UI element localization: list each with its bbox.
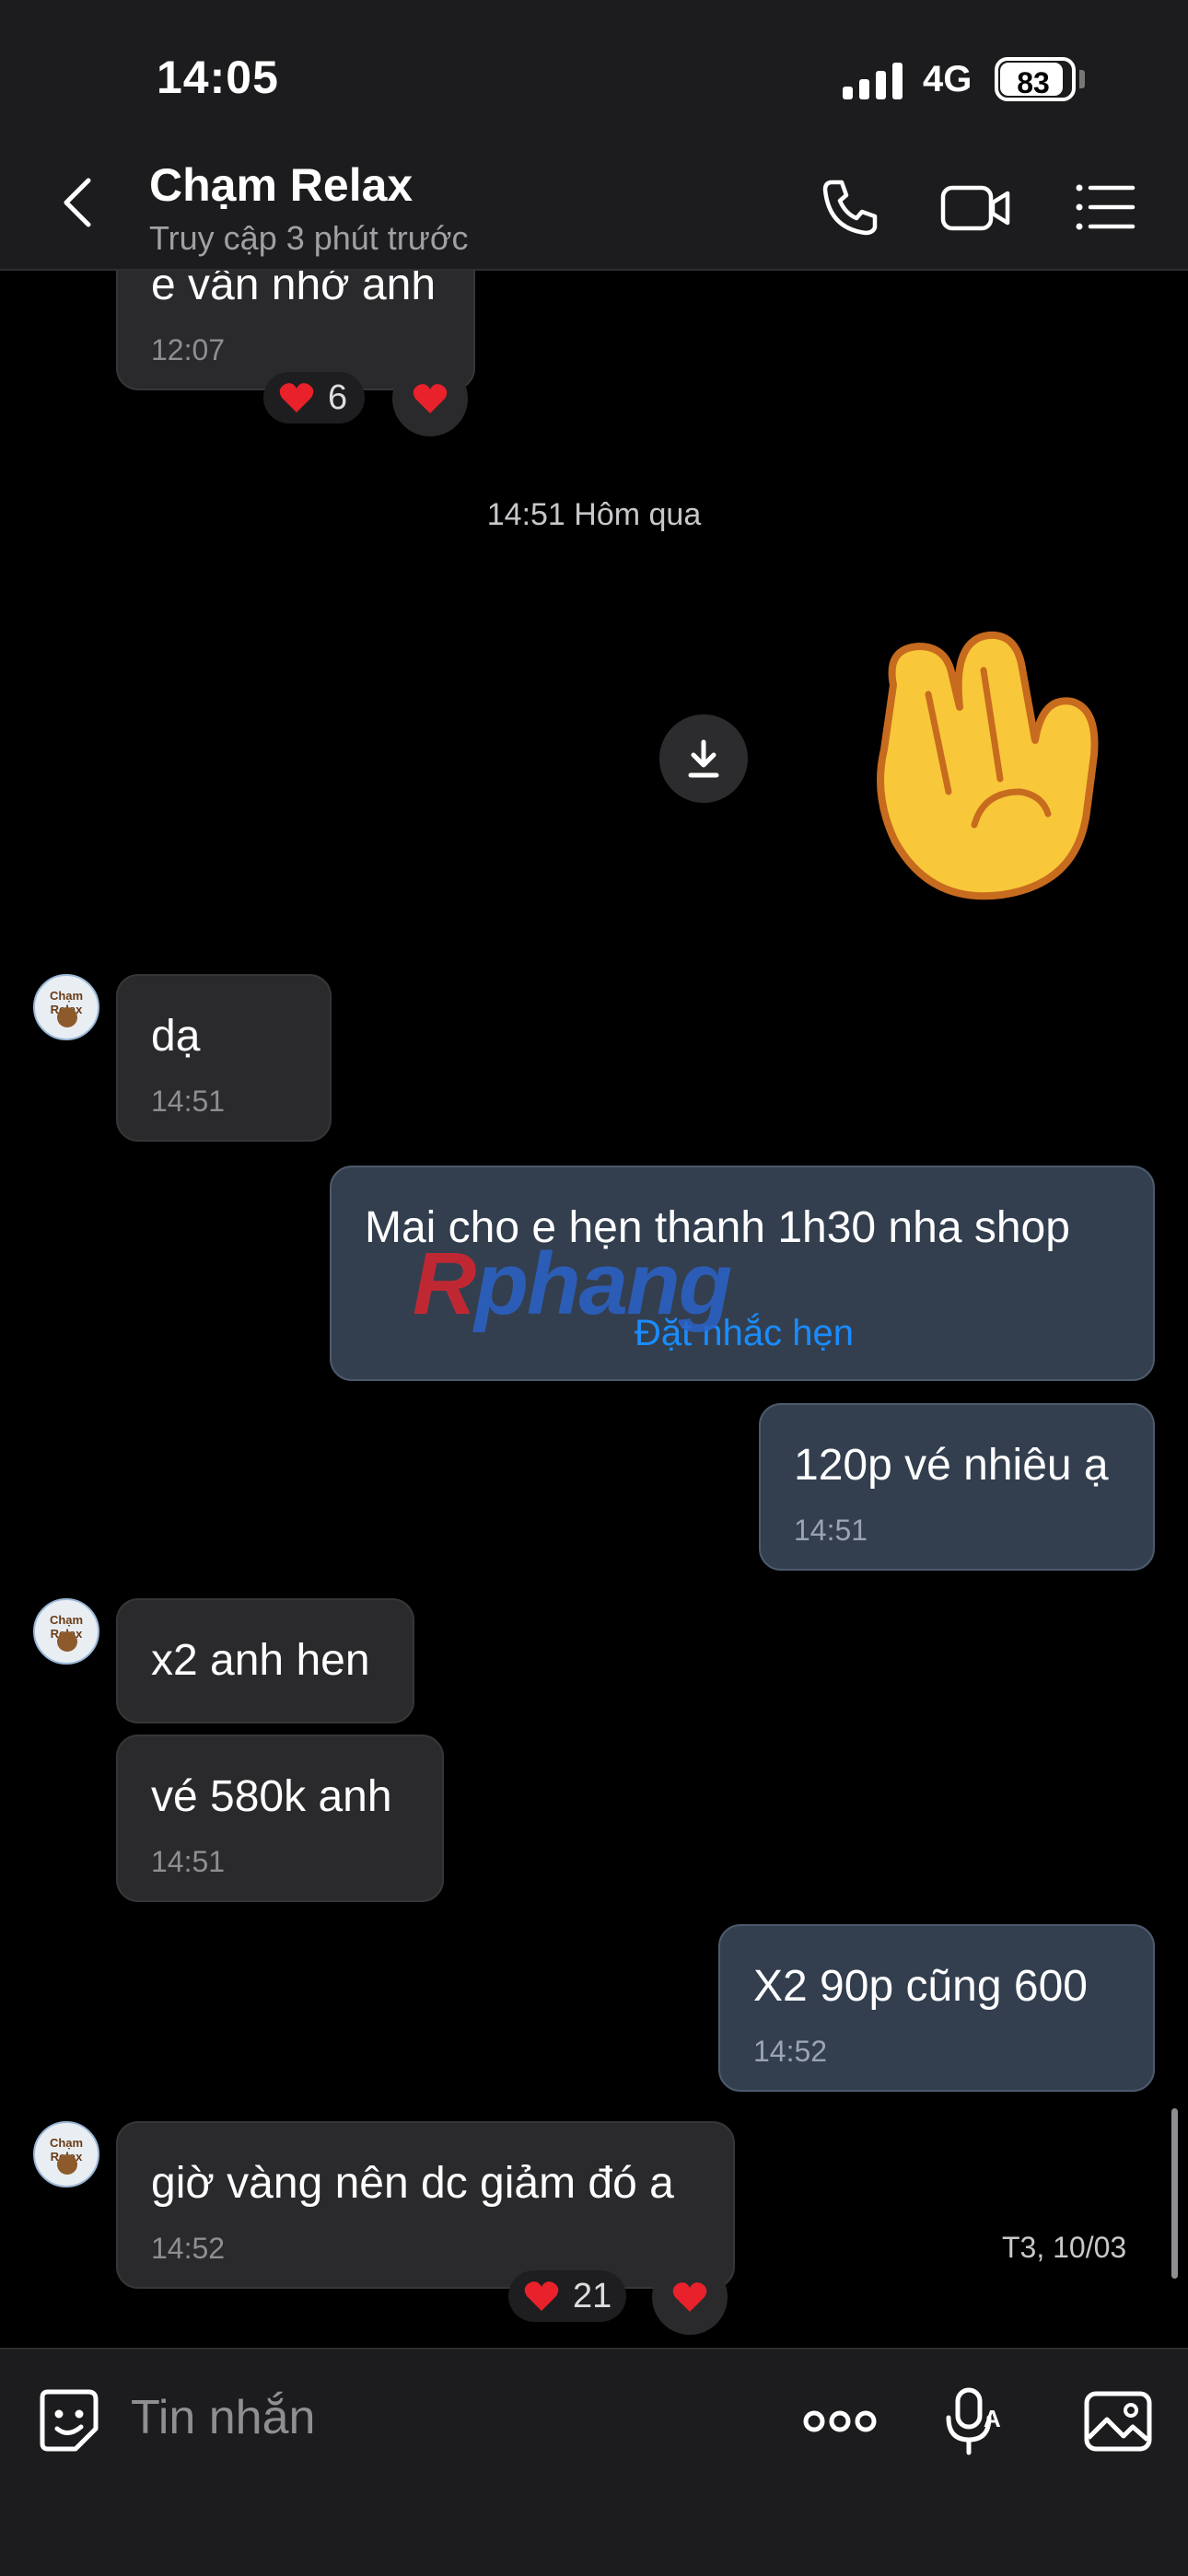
raised-hand-sticker[interactable] — [845, 611, 1112, 906]
voice-icon[interactable]: A — [936, 2385, 1009, 2458]
message-bubble[interactable]: dạ 14:51 — [116, 974, 332, 1142]
message-text: x2 anh hen — [151, 1636, 370, 1685]
message-text: dạ — [151, 1012, 201, 1061]
message-bubble[interactable]: vé 580k anh 14:51 — [116, 1735, 444, 1902]
download-icon — [688, 739, 719, 778]
chat-title[interactable]: Chạm Relax — [149, 158, 413, 212]
message-bubble[interactable]: x2 anh hen — [116, 1598, 414, 1723]
react-button[interactable] — [392, 361, 468, 436]
battery-level: 83 — [1017, 66, 1050, 99]
avatar[interactable]: Chạm Relax — [33, 1598, 99, 1665]
reaction-count: 21 — [573, 2277, 612, 2315]
scrollbar[interactable] — [1171, 2108, 1178, 2279]
heart-icon — [279, 383, 314, 412]
message-time: 12:07 — [151, 333, 226, 366]
reaction-count: 6 — [328, 378, 348, 417]
avatar[interactable]: Chạm Relax — [33, 2121, 99, 2187]
message-time: 14:51 — [151, 1845, 226, 1878]
message-text: giờ vàng nên dc giảm đó a — [151, 2159, 674, 2208]
sticker-icon[interactable] — [31, 2385, 105, 2458]
top-bar: 14:05 4G 83 Chạm Relax Truy cập 3 phút t… — [0, 0, 1188, 271]
message-bubble[interactable]: giờ vàng nên dc giảm đó a 14:52 — [116, 2121, 735, 2289]
avatar[interactable]: Chạm Relax — [33, 974, 99, 1040]
heart-icon — [413, 384, 448, 413]
signal-icon — [843, 63, 907, 99]
message-time: 14:51 — [151, 1085, 226, 1118]
last-seen-status: Truy cập 3 phút trước — [149, 219, 469, 257]
react-button[interactable] — [652, 2259, 728, 2335]
network-type: 4G — [923, 59, 973, 99]
reaction-badge[interactable]: 6 — [263, 372, 365, 424]
svg-text:A: A — [984, 2405, 1001, 2432]
message-text: 120p vé nhiêu ạ — [794, 1441, 1109, 1490]
image-icon[interactable] — [1081, 2385, 1155, 2458]
message-bubble[interactable]: X2 90p cũng 600 14:52 — [718, 1924, 1155, 2092]
video-icon[interactable] — [939, 175, 1013, 239]
message-time: 14:52 — [753, 2035, 828, 2068]
more-icon[interactable] — [801, 2385, 879, 2458]
input-bar: Tin nhắn A — [0, 2348, 1188, 2576]
message-time: 14:51 — [794, 1514, 868, 1547]
reaction-badge[interactable]: 21 — [508, 2270, 626, 2322]
date-divider: 14:51 Hôm qua — [486, 497, 702, 532]
heart-icon — [524, 2281, 559, 2311]
battery-tip — [1079, 70, 1085, 88]
status-time: 14:05 — [157, 52, 279, 103]
battery-icon: 83 — [995, 57, 1076, 101]
message-text: vé 580k anh — [151, 1772, 392, 1821]
date-label: T3, 10/03 — [1002, 2231, 1127, 2264]
phone-icon[interactable] — [818, 175, 882, 239]
download-button[interactable] — [659, 714, 748, 803]
message-bubble[interactable]: 120p vé nhiêu ạ 14:51 — [759, 1403, 1155, 1571]
avatar-mascot — [57, 1631, 77, 1652]
message-time: 14:52 — [151, 2232, 226, 2265]
heart-icon — [672, 2282, 707, 2312]
message-input[interactable]: Tin nhắn — [131, 2390, 315, 2445]
back-icon[interactable] — [55, 175, 101, 230]
menu-icon[interactable] — [1074, 175, 1138, 239]
message-text: X2 90p cũng 600 — [753, 1962, 1088, 2011]
avatar-mascot — [57, 1007, 77, 1027]
avatar-mascot — [57, 2154, 77, 2175]
watermark-logo: Rphang — [413, 1235, 732, 1333]
